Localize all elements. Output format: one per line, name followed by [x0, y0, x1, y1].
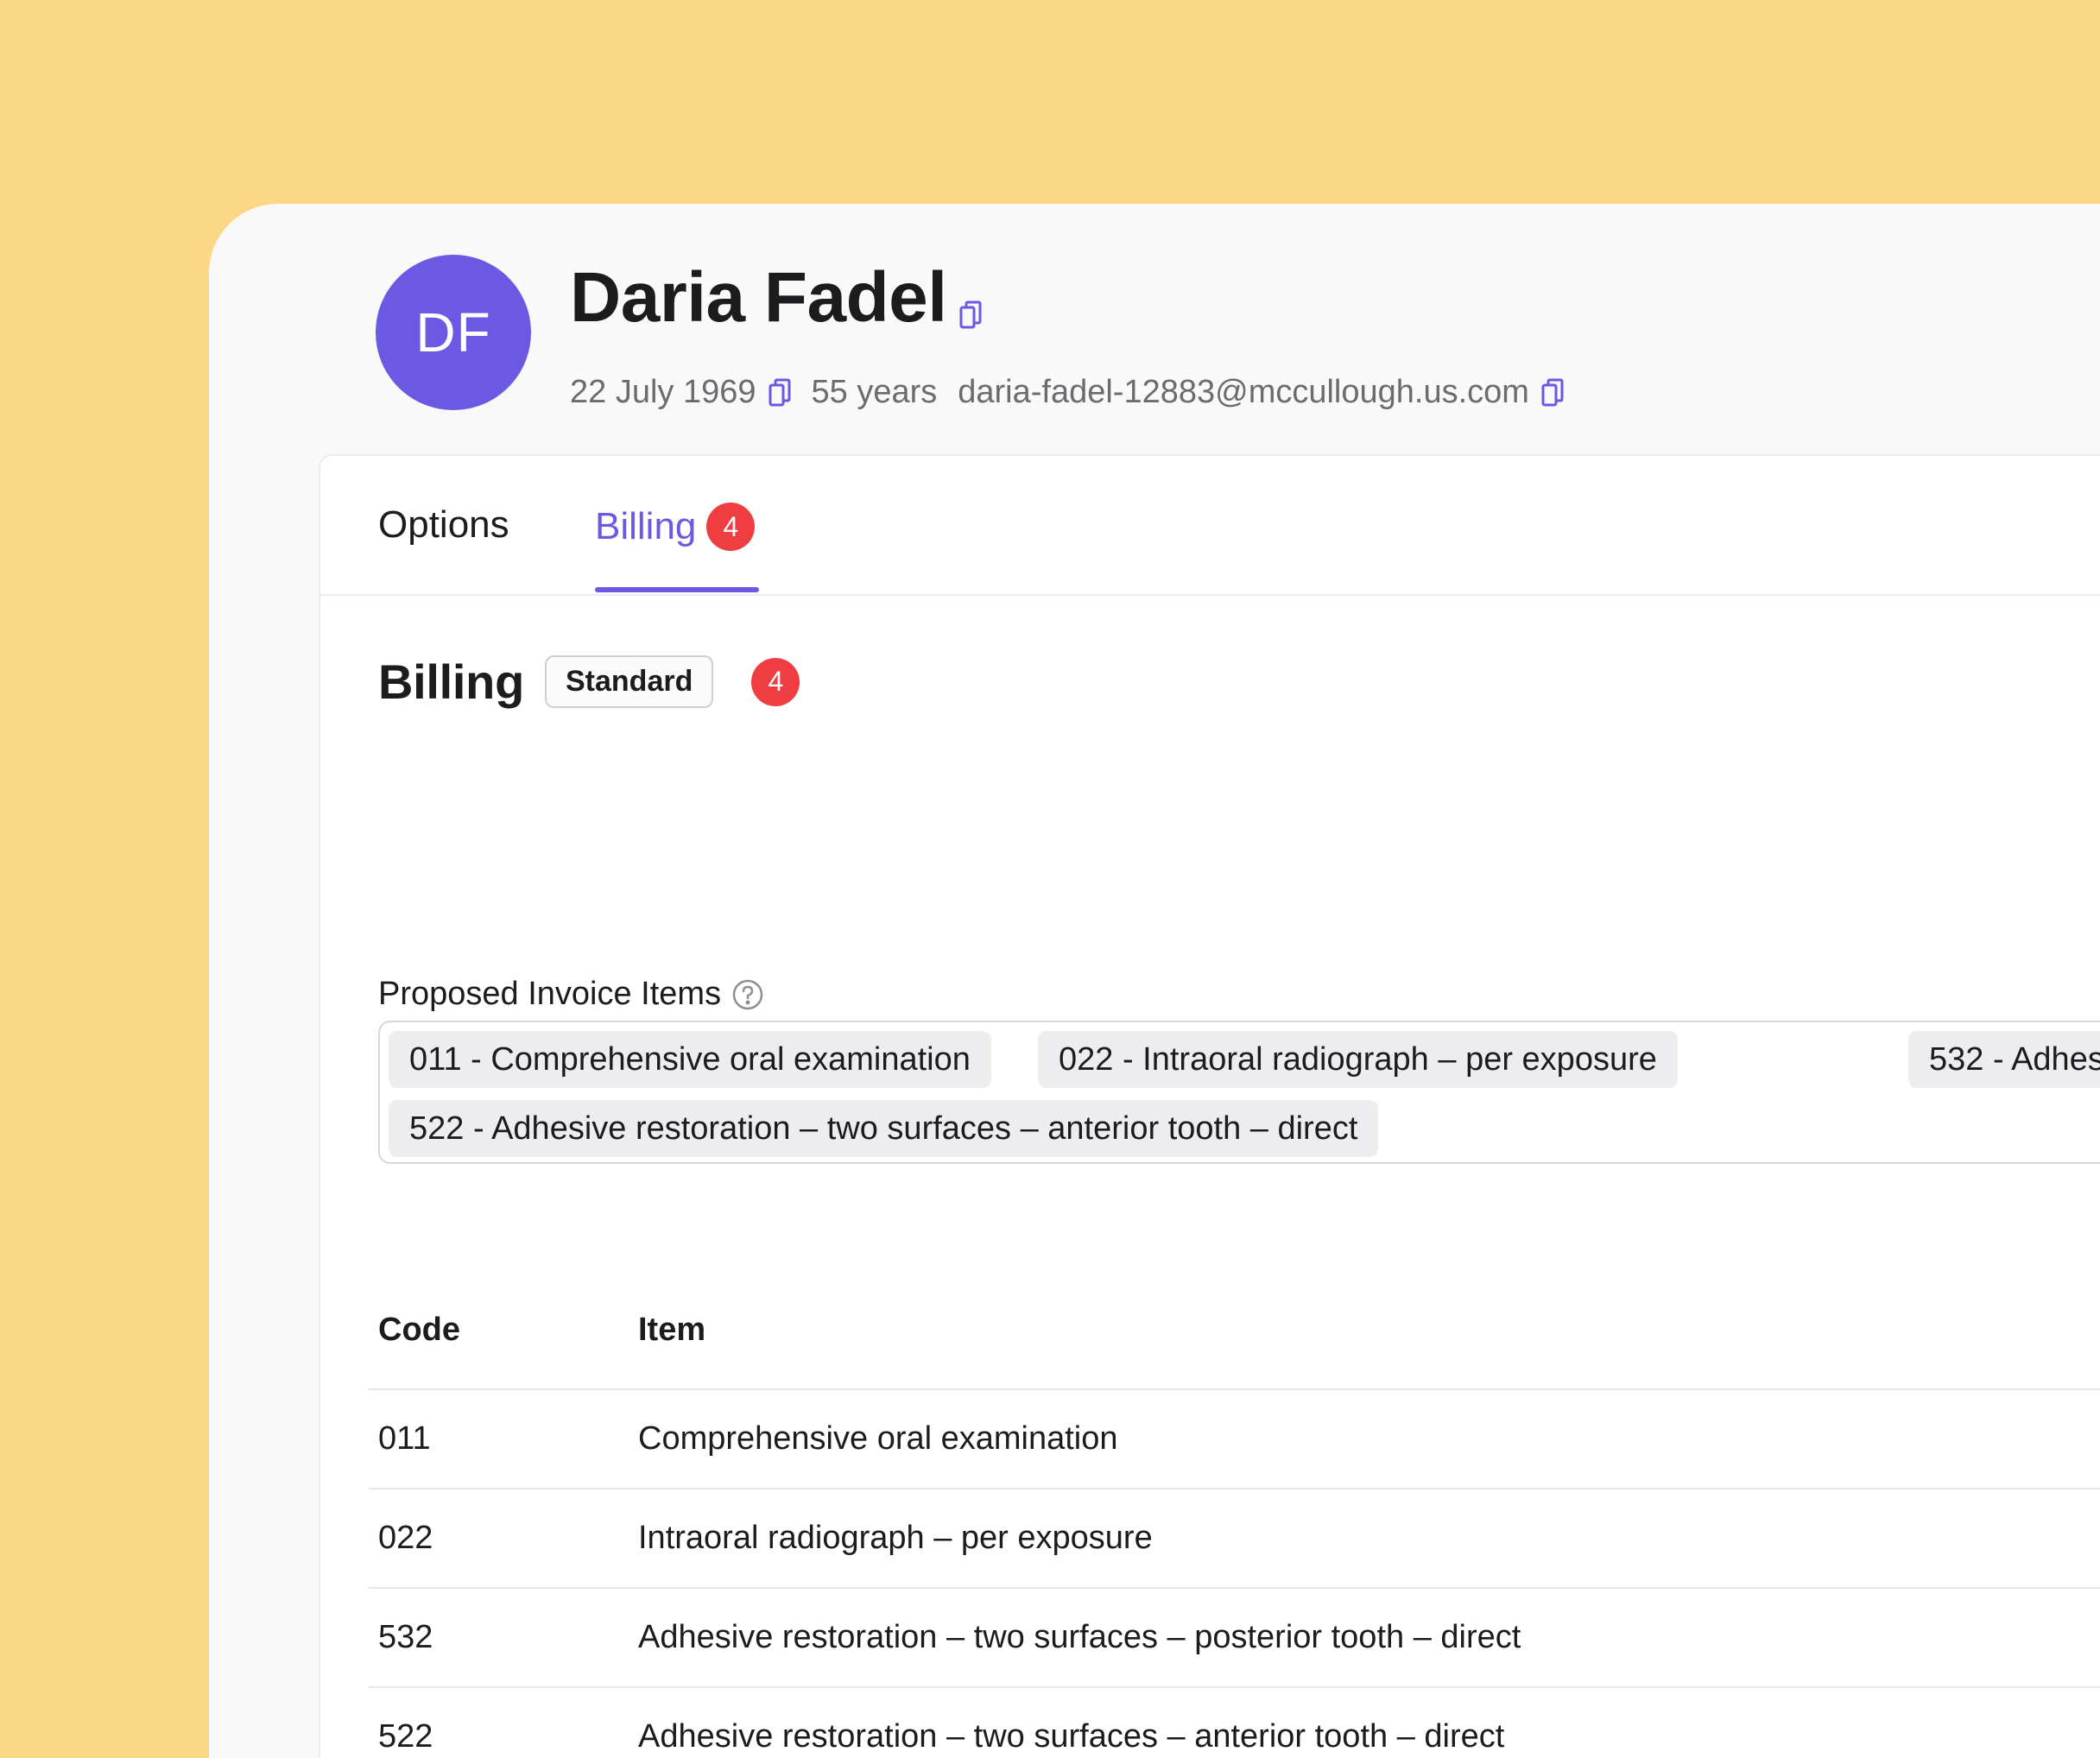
row-code: 532	[378, 1619, 433, 1655]
app-window: DF Daria Fadel 22 July 1969 55 years dar…	[209, 204, 2100, 1758]
patient-name-row: Daria Fadel	[570, 256, 982, 340]
patient-header: DF Daria Fadel 22 July 1969 55 years dar…	[209, 204, 2100, 454]
billing-table: Code Item Q 011 Comprehensive oral exami…	[369, 1268, 2100, 1758]
row-code: 011	[378, 1420, 431, 1457]
tab-options-label: Options	[378, 503, 509, 546]
patient-email: daria-fadel-12883@mccullough.us.com	[958, 374, 1529, 410]
table-row[interactable]: 011 Comprehensive oral examination 1	[369, 1390, 2100, 1489]
row-item: Intraoral radiograph – per exposure	[638, 1520, 1153, 1556]
tab-billing-badge: 4	[706, 503, 756, 551]
proposed-item-tag[interactable]: 522 - Adhesive restoration – two surface…	[389, 1100, 1379, 1157]
proposed-items-label-row: Proposed Invoice Items	[378, 976, 764, 1013]
row-code: 522	[378, 1718, 433, 1755]
copy-email-icon[interactable]	[1541, 378, 1564, 408]
copy-name-icon[interactable]	[959, 300, 982, 330]
billing-title: Billing	[378, 655, 524, 709]
header-item: Item	[638, 1312, 706, 1348]
proposed-items-label: Proposed Invoice Items	[378, 976, 722, 1012]
row-code: 022	[378, 1520, 433, 1556]
content-card: Options Billing 4 Billing Standard 4 Pro…	[319, 454, 2100, 1758]
billing-count-badge: 4	[751, 657, 800, 706]
table-row[interactable]: 532 Adhesive restoration – two surfaces …	[369, 1589, 2100, 1688]
row-item: Adhesive restoration – two surfaces – an…	[638, 1718, 1505, 1755]
proposed-items-input[interactable]: 011 - Comprehensive oral examination 022…	[378, 1021, 2100, 1164]
patient-age: 55 years	[811, 374, 938, 410]
plan-chip[interactable]: Standard	[545, 655, 714, 708]
avatar-initials: DF	[415, 301, 491, 364]
help-circle-icon[interactable]	[731, 978, 764, 1011]
proposed-item-tag[interactable]: 022 - Intraoral radiograph – per exposur…	[1038, 1031, 1678, 1088]
proposed-item-tag[interactable]: 011 - Comprehensive oral examination	[389, 1031, 991, 1088]
patient-meta-row: 22 July 1969 55 years daria-fadel-12883@…	[570, 373, 1584, 413]
table-row[interactable]: 022 Intraoral radiograph – per exposure …	[369, 1489, 2100, 1589]
billing-section-header: Billing Standard 4	[378, 653, 800, 711]
active-tab-indicator	[595, 587, 759, 592]
patient-name: Daria Fadel	[570, 258, 947, 337]
row-item: Adhesive restoration – two surfaces – po…	[638, 1619, 1521, 1655]
table-header: Code Item Q	[369, 1268, 2100, 1390]
tab-billing-label: Billing	[595, 504, 697, 547]
tab-billing[interactable]: Billing 4	[595, 503, 756, 551]
copy-dob-icon[interactable]	[769, 378, 791, 408]
patient-dob: 22 July 1969	[570, 374, 756, 410]
proposed-item-tag[interactable]: 532 - Adhesive restor	[1908, 1031, 2100, 1088]
tab-options[interactable]: Options	[378, 503, 509, 548]
avatar: DF	[376, 255, 531, 410]
row-item: Comprehensive oral examination	[638, 1420, 1118, 1457]
tab-bar: Options Billing 4	[320, 456, 2100, 596]
table-row[interactable]: 522 Adhesive restoration – two surfaces …	[369, 1688, 2100, 1758]
header-code: Code	[378, 1312, 460, 1348]
